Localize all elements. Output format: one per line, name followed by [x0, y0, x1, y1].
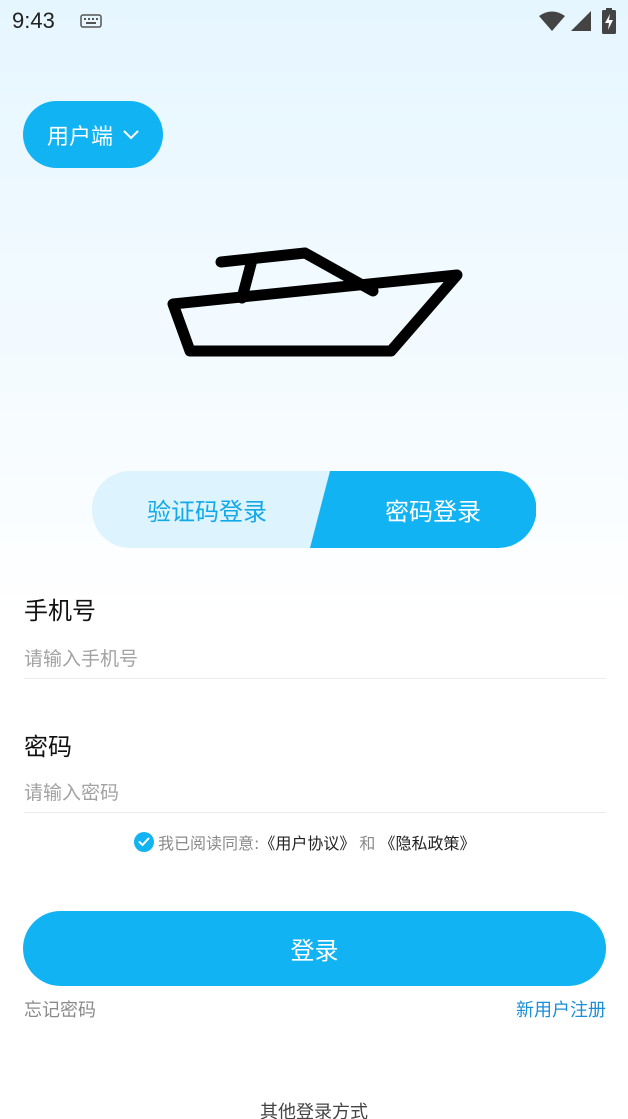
phone-label: 手机号 [24, 597, 96, 625]
phone-input[interactable] [24, 639, 606, 679]
wifi-icon [539, 11, 565, 31]
tab-password-login-label: 密码登录 [385, 498, 481, 526]
login-button[interactable]: 登录 [23, 911, 606, 986]
status-bar: 9:43 [0, 0, 628, 44]
agreement-checkbox[interactable] [134, 832, 154, 852]
agreement-and: 和 [359, 834, 376, 853]
status-time: 9:43 [12, 8, 55, 33]
user-agreement-link[interactable]: 《用户协议》 [259, 830, 355, 854]
tab-password-login[interactable]: 密码登录 [330, 471, 536, 548]
register-link[interactable]: 新用户注册 [516, 996, 606, 1022]
chevron-down-icon [123, 130, 139, 139]
agreement-row: 我已阅读同意: 《用户协议》 和 《隐私政策》 [134, 830, 475, 854]
role-selector-button[interactable]: 用户端 [23, 101, 163, 168]
other-login-methods: 其他登录方式 [260, 1102, 368, 1119]
keyboard-icon [80, 14, 102, 28]
boat-icon [167, 247, 463, 357]
password-label: 密码 [24, 733, 72, 761]
password-input[interactable] [24, 773, 606, 813]
signal-icon [571, 11, 591, 31]
privacy-policy-link[interactable]: 《隐私政策》 [379, 830, 475, 854]
tab-sms-login[interactable]: 验证码登录 [92, 471, 322, 548]
login-method-tabs: 验证码登录 密码登录 [92, 471, 536, 548]
agreement-prefix: 我已阅读同意: [158, 834, 260, 853]
check-icon [138, 837, 150, 846]
tab-sms-login-label: 验证码登录 [147, 498, 267, 526]
battery-charging-icon [602, 8, 616, 34]
forgot-password-link[interactable]: 忘记密码 [24, 996, 96, 1022]
role-selector-label: 用户端 [46, 124, 113, 150]
